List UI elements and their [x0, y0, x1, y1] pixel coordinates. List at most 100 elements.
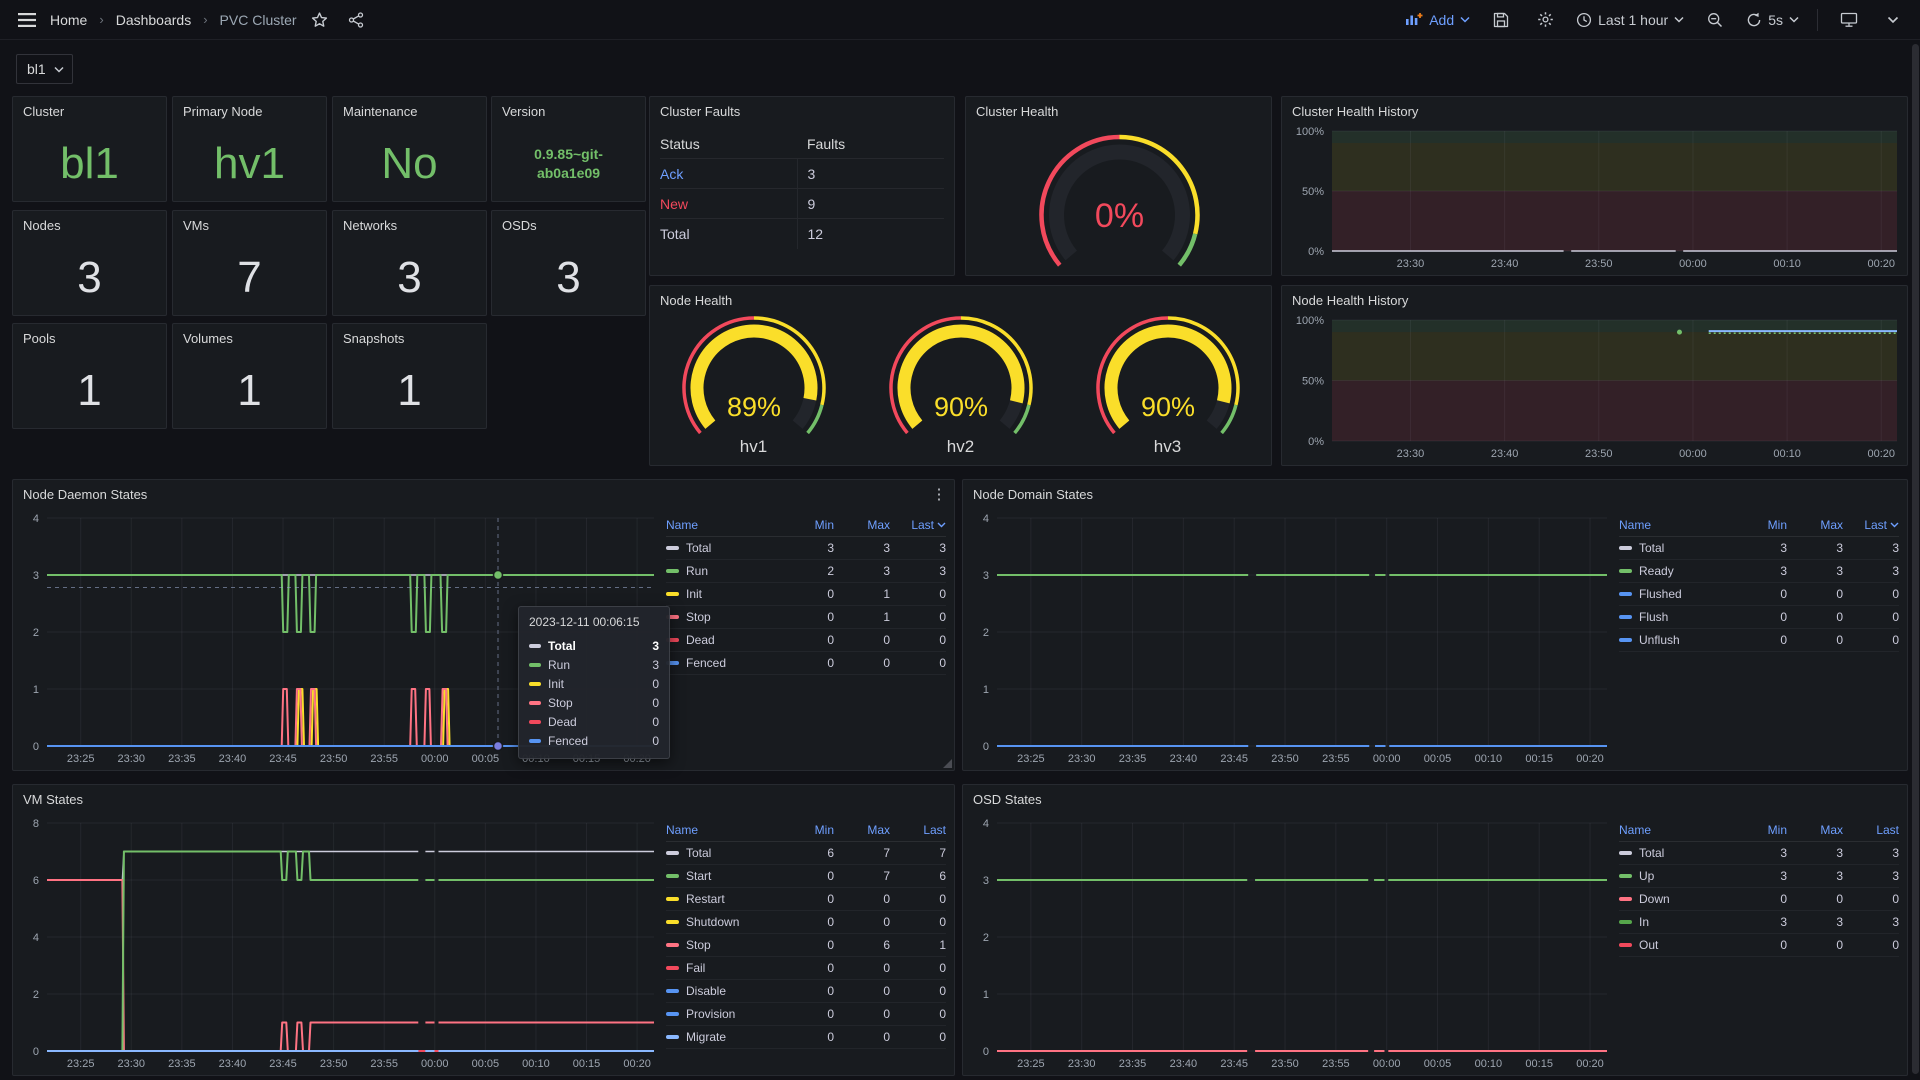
legend-header-max[interactable]: Max [1787, 823, 1843, 837]
node-health-history-chart[interactable]: 0%50%100%23:3023:4023:5000:0000:1000:20 [1286, 312, 1905, 463]
panel-title[interactable]: OSDs [502, 218, 537, 233]
breadcrumb-dashboards[interactable]: Dashboards [116, 12, 192, 28]
panel-title[interactable]: Cluster Health History [1292, 104, 1418, 119]
legend-series-toggle[interactable]: Start [666, 869, 778, 883]
legend-series-toggle[interactable]: Dead [666, 633, 778, 647]
breadcrumb-home[interactable]: Home [50, 12, 87, 28]
legend-series-toggle[interactable]: Flush [1619, 610, 1731, 624]
panel-title[interactable]: VMs [183, 218, 209, 233]
panel-title[interactable]: Snapshots [343, 331, 404, 346]
panel-title[interactable]: Version [502, 104, 545, 119]
legend-series-toggle[interactable]: Total [666, 541, 778, 555]
panel-title[interactable]: Node Domain States [973, 487, 1093, 502]
panel-title[interactable]: VM States [23, 792, 83, 807]
time-range-picker[interactable]: Last 1 hour [1576, 12, 1684, 28]
panel-title[interactable]: Networks [343, 218, 397, 233]
share-button[interactable] [343, 7, 369, 33]
osd-states-chart[interactable]: 0123423:2523:3023:3523:4023:4523:5023:55… [967, 815, 1615, 1073]
legend-series-toggle[interactable]: Init [666, 587, 778, 601]
panel-title[interactable]: Node Health [660, 293, 732, 308]
legend-series-toggle[interactable]: In [1619, 915, 1731, 929]
legend-series-toggle[interactable]: Total [666, 846, 778, 860]
legend-header-name[interactable]: Name [666, 518, 778, 532]
stat-panel-osds: OSDs 3 [491, 210, 646, 316]
legend-series-toggle[interactable]: Stop [666, 610, 778, 624]
legend-header-max[interactable]: Max [1787, 518, 1843, 532]
panel-title[interactable]: Cluster Health [976, 104, 1058, 119]
panel-title[interactable]: Node Daemon States [23, 487, 147, 502]
save-dashboard-button[interactable] [1488, 7, 1514, 33]
svg-text:23:30: 23:30 [1397, 258, 1425, 270]
panel-title[interactable]: OSD States [973, 792, 1042, 807]
favorite-button[interactable] [307, 7, 333, 33]
vm-states-chart[interactable]: 0246823:2523:3023:3523:4023:4523:5023:55… [17, 815, 662, 1073]
legend-header-min[interactable]: Min [778, 823, 834, 837]
faults-header-status[interactable]: Status [660, 136, 797, 152]
vertical-scrollbar[interactable] [1912, 44, 1919, 1074]
node-domain-chart[interactable]: 0123423:2523:3023:3523:4023:4523:5023:55… [967, 510, 1615, 768]
add-button[interactable]: Add [1405, 12, 1470, 28]
series-color-chip [529, 663, 541, 667]
cluster-variable-dropdown[interactable]: bl1 [16, 54, 73, 84]
legend-series-toggle[interactable]: Down [1619, 892, 1731, 906]
legend-series-toggle[interactable]: Out [1619, 938, 1731, 952]
svg-text:23:50: 23:50 [1585, 448, 1613, 460]
legend-header-name[interactable]: Name [1619, 518, 1731, 532]
panel-title[interactable]: Primary Node [183, 104, 262, 119]
legend-header-last[interactable]: Last [1843, 518, 1899, 532]
refresh-controls[interactable]: 5s [1746, 12, 1799, 28]
svg-text:00:00: 00:00 [1679, 258, 1707, 270]
stat-value: 1 [13, 358, 166, 424]
faults-header-faults[interactable]: Faults [797, 129, 944, 158]
panel-title[interactable]: Volumes [183, 331, 233, 346]
legend-header-min[interactable]: Min [1731, 823, 1787, 837]
collapse-toolbar-button[interactable] [1880, 7, 1906, 33]
tooltip-row: Init0 [529, 674, 659, 693]
node-health-history-panel: Node Health History 0%50%100%23:3023:402… [1281, 285, 1908, 466]
legend-series-toggle[interactable]: Total [1619, 541, 1731, 555]
legend-series-toggle[interactable]: Provision [666, 1007, 778, 1021]
legend-header-name[interactable]: Name [1619, 823, 1731, 837]
cluster-faults-panel: Cluster Faults Status Faults Ack 3 New 9… [649, 96, 955, 276]
legend-header-name[interactable]: Name [666, 823, 778, 837]
svg-text:23:55: 23:55 [370, 753, 398, 765]
legend-series-toggle[interactable]: Migrate [666, 1030, 778, 1044]
legend-series-toggle[interactable]: Unflush [1619, 633, 1731, 647]
dashboard-settings-button[interactable] [1532, 7, 1558, 33]
legend-series-toggle[interactable]: Up [1619, 869, 1731, 883]
legend-series-toggle[interactable]: Run [666, 564, 778, 578]
panel-resize-handle[interactable] [943, 759, 952, 768]
cluster-health-history-chart[interactable]: 0%50%100%23:3023:4023:5000:0000:1000:20 [1286, 123, 1905, 273]
legend-series-toggle[interactable]: Total [1619, 846, 1731, 860]
legend-header-min[interactable]: Min [1731, 518, 1787, 532]
legend-min: 0 [778, 892, 834, 906]
legend-header-last[interactable]: Last [890, 823, 946, 837]
legend-header-min[interactable]: Min [778, 518, 834, 532]
panel-title[interactable]: Node Health History [1292, 293, 1408, 308]
panel-title[interactable]: Pools [23, 331, 56, 346]
panel-title[interactable]: Nodes [23, 218, 61, 233]
stat-value: 3 [492, 245, 645, 311]
legend-series-toggle[interactable]: Shutdown [666, 915, 778, 929]
menu-toggle-button[interactable] [14, 7, 40, 33]
legend-series-toggle[interactable]: Flushed [1619, 587, 1731, 601]
svg-text:1: 1 [983, 989, 989, 1001]
panel-title[interactable]: Maintenance [343, 104, 417, 119]
legend-header-last[interactable]: Last [890, 518, 946, 532]
panel-title[interactable]: Cluster [23, 104, 64, 119]
panel-title[interactable]: Cluster Faults [660, 104, 740, 119]
legend-series-toggle[interactable]: Fenced [666, 656, 778, 670]
legend-series-toggle[interactable]: Stop [666, 938, 778, 952]
legend-series-toggle[interactable]: Restart [666, 892, 778, 906]
kiosk-mode-button[interactable] [1836, 7, 1862, 33]
series-color-chip [666, 874, 679, 878]
legend-series-toggle[interactable]: Disable [666, 984, 778, 998]
legend-series-toggle[interactable]: Fail [666, 961, 778, 975]
legend-series-toggle[interactable]: Ready [1619, 564, 1731, 578]
zoom-out-time-button[interactable] [1702, 7, 1728, 33]
panel-menu-button[interactable]: ⋮ [930, 485, 948, 503]
vm-states-panel: VM States 0246823:2523:3023:3523:4023:45… [12, 784, 955, 1076]
legend-header-last[interactable]: Last [1843, 823, 1899, 837]
legend-header-max[interactable]: Max [834, 823, 890, 837]
legend-header-max[interactable]: Max [834, 518, 890, 532]
